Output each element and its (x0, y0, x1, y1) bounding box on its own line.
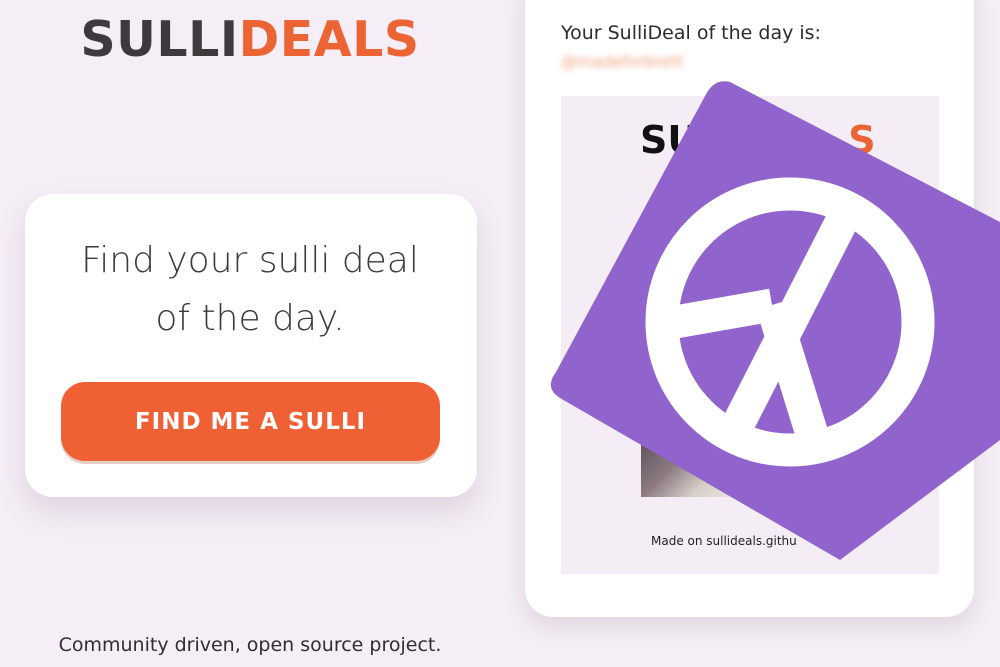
deal-label: Your SulliDeal of the day is: (561, 22, 821, 44)
headline-line-2: of the day. (155, 298, 345, 339)
find-me-a-sulli-button[interactable]: FIND ME A SULLI (61, 382, 440, 461)
headline-line-1: Find your sulli deal (81, 240, 419, 281)
footer-text: Community driven, open source project. (58, 634, 442, 656)
peace-sign-icon (550, 81, 1000, 560)
logo-part-orange: DEALS (238, 11, 420, 68)
card-headline: Find your sulli deal of the day. (0, 232, 500, 348)
blurred-handle: @madeforbrett (561, 52, 684, 71)
site-logo: SULLIDEALS (0, 8, 500, 72)
logo-part-dark: SULLI (80, 11, 239, 68)
